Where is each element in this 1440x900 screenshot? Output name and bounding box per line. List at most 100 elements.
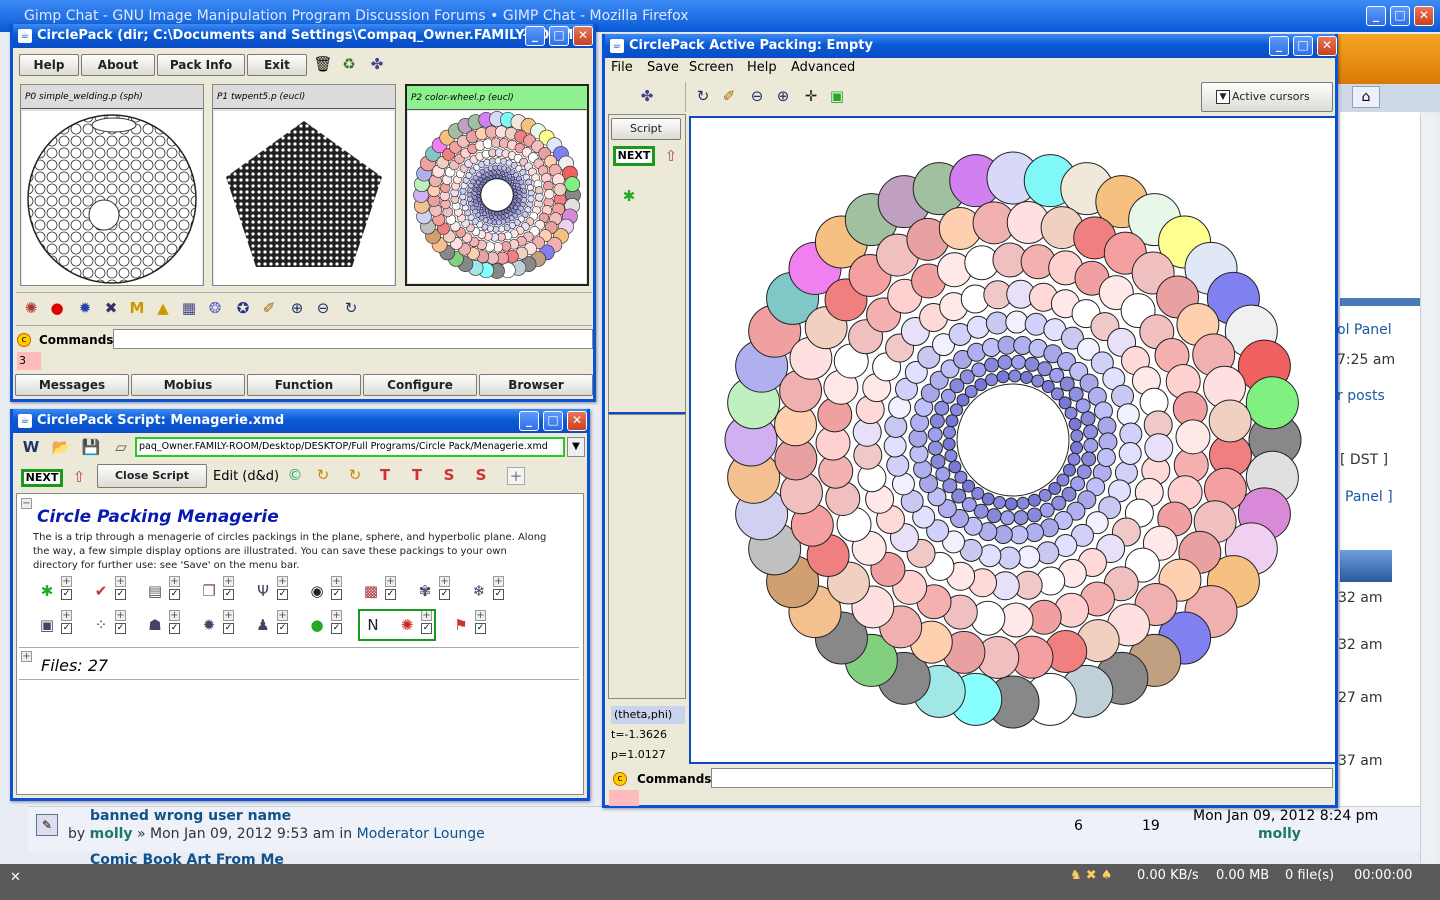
grid-icon[interactable]: ▦ — [179, 298, 199, 318]
packing-canvas[interactable] — [689, 116, 1337, 764]
menu-file[interactable]: File — [611, 60, 633, 75]
collapse-icon[interactable]: − — [21, 498, 32, 509]
add-icon[interactable]: + — [223, 610, 234, 621]
zoom-out-icon[interactable]: ⊖ — [313, 298, 333, 318]
user-icon[interactable]: ♟ — [253, 615, 273, 635]
checkbox[interactable]: ✓ — [331, 623, 342, 634]
open-folder-icon[interactable]: 📂 — [51, 437, 71, 457]
add-icon[interactable]: + — [277, 610, 288, 621]
add-icon[interactable]: + — [115, 610, 126, 621]
firefox-minimize-button[interactable]: _ — [1366, 6, 1386, 26]
expand-icon[interactable]: + — [21, 651, 32, 662]
sphere-icon[interactable]: ✺ — [21, 298, 41, 318]
maximize-button[interactable]: □ — [543, 411, 563, 431]
add-icon[interactable]: + — [223, 576, 234, 587]
tab-messages[interactable]: Messages — [15, 374, 129, 396]
addon-icons[interactable]: ♞ ✖ ♠ — [1070, 868, 1112, 883]
rotate-icon[interactable]: ↻ — [341, 298, 361, 318]
forum-link[interactable]: Panel ] — [1345, 489, 1393, 505]
pack-info-button[interactable]: Pack Info — [157, 54, 245, 76]
commands-input[interactable] — [711, 768, 1333, 788]
tab-mobius[interactable]: Mobius — [131, 374, 245, 396]
gear-icon[interactable]: ✹ — [199, 615, 219, 635]
add-icon[interactable]: + — [331, 576, 342, 587]
script-path-field[interactable]: paq_Owner.FAMILY-ROOM/Desktop/DESKTOP/Fu… — [135, 437, 565, 457]
checkbox[interactable]: ✓ — [61, 623, 72, 634]
ghost-icon[interactable]: ☗ — [145, 615, 165, 635]
checkbox[interactable]: ✓ — [331, 589, 342, 600]
add-icon[interactable]: + — [493, 576, 504, 587]
command-add-icon[interactable]: ↻ — [313, 465, 333, 485]
last-post-user[interactable]: molly — [1258, 826, 1301, 842]
checkbox[interactable]: ✓ — [223, 623, 234, 634]
apple-icon[interactable]: ● — [47, 298, 67, 318]
script-button[interactable]: Script — [611, 118, 681, 140]
pack-panel-p1[interactable]: P1 twpent5.p (eucl) — [212, 84, 396, 286]
checkbox[interactable]: ✓ — [115, 623, 126, 634]
checkbox[interactable]: ✓ — [493, 589, 504, 600]
pack-panel-p2[interactable]: P2 color-wheel.p (eucl) — [405, 84, 589, 286]
flag-icon[interactable]: ⚑ — [451, 615, 471, 635]
forum-link[interactable]: ol Panel — [1337, 322, 1392, 338]
wizard-icon[interactable]: W — [21, 437, 41, 457]
globe-icon[interactable]: ✪ — [233, 298, 253, 318]
triangle-icon[interactable]: ▲ — [153, 298, 173, 318]
text-add-icon[interactable]: T — [375, 465, 395, 485]
checkbox[interactable]: ✓ — [169, 589, 180, 600]
menu-save[interactable]: Save — [647, 60, 679, 75]
add-icon[interactable]: + — [169, 576, 180, 587]
minimize-button[interactable]: _ — [519, 411, 539, 431]
forum-link[interactable]: r posts — [1337, 388, 1385, 404]
new-document-icon[interactable]: ▱ — [111, 437, 131, 457]
arrow-up-icon[interactable]: ⇧ — [661, 146, 681, 166]
copy-icon[interactable]: © — [285, 465, 305, 485]
save-disk-icon[interactable]: 💾 — [81, 437, 101, 457]
exit-button[interactable]: Exit — [247, 54, 307, 76]
topic-title[interactable]: banned wrong user name — [90, 808, 291, 824]
move-icon[interactable]: ✛ — [801, 86, 821, 106]
mobius-m-icon[interactable]: M — [127, 298, 147, 318]
tab-browser[interactable]: Browser — [479, 374, 593, 396]
checkbox[interactable]: ✓ — [277, 589, 288, 600]
add-icon[interactable]: + — [61, 610, 72, 621]
add-icon[interactable]: + — [475, 610, 486, 621]
cube-icon[interactable]: ▣ — [37, 615, 57, 635]
checkbox[interactable]: ✓ — [61, 589, 72, 600]
minimize-button[interactable]: _ — [525, 26, 545, 46]
green-circle-icon[interactable]: ● — [307, 615, 327, 635]
forum-name-link[interactable]: Moderator Lounge — [357, 826, 485, 842]
network-icon[interactable]: ❂ — [205, 298, 225, 318]
close-button[interactable]: ✕ — [567, 411, 587, 431]
tools-icon[interactable]: ✖ — [101, 298, 121, 318]
add-icon[interactable]: + — [331, 610, 342, 621]
color-grid-icon[interactable]: ▩ — [361, 581, 381, 601]
cursor-icon[interactable]: ✤ — [367, 54, 387, 74]
checkbox[interactable]: ✓ — [439, 589, 450, 600]
tab-function[interactable]: Function — [247, 374, 361, 396]
zoom-out-icon[interactable]: ⊖ — [747, 86, 767, 106]
checkbox[interactable]: ✓ — [223, 589, 234, 600]
menu-advanced[interactable]: Advanced — [791, 60, 855, 75]
firefox-close-button[interactable]: ✕ — [1414, 6, 1434, 26]
camera-icon[interactable]: ▣ — [827, 86, 847, 106]
forum-scrollbar[interactable] — [1420, 115, 1436, 863]
active-cursors-dropdown[interactable]: ▼ Active cursors — [1201, 82, 1333, 112]
add-icon[interactable]: + — [385, 576, 396, 587]
checkbox[interactable]: ✓ — [277, 623, 288, 634]
document-icon[interactable]: ▤ — [145, 581, 165, 601]
zoom-in-icon[interactable]: ⊕ — [287, 298, 307, 318]
cursor-icon[interactable]: ✤ — [637, 86, 657, 106]
close-script-button[interactable]: Close Script — [97, 464, 207, 488]
menu-screen[interactable]: Screen — [689, 60, 734, 75]
pages-icon[interactable]: ❐ — [199, 581, 219, 601]
tab-configure[interactable]: Configure — [363, 374, 477, 396]
eyes-icon[interactable]: ◉ — [307, 581, 327, 601]
refresh-icon[interactable]: ♻ — [339, 54, 359, 74]
check-icon[interactable]: ✔ — [91, 581, 111, 601]
eraser-icon[interactable]: ✐ — [719, 86, 739, 106]
green-arrow-icon[interactable]: ✱ — [37, 581, 57, 601]
arrow-up-icon[interactable]: ⇧ — [69, 467, 89, 487]
close-button[interactable]: ✕ — [573, 26, 593, 46]
command-edit-icon[interactable]: ↻ — [345, 465, 365, 485]
add-icon[interactable]: + — [61, 576, 72, 587]
